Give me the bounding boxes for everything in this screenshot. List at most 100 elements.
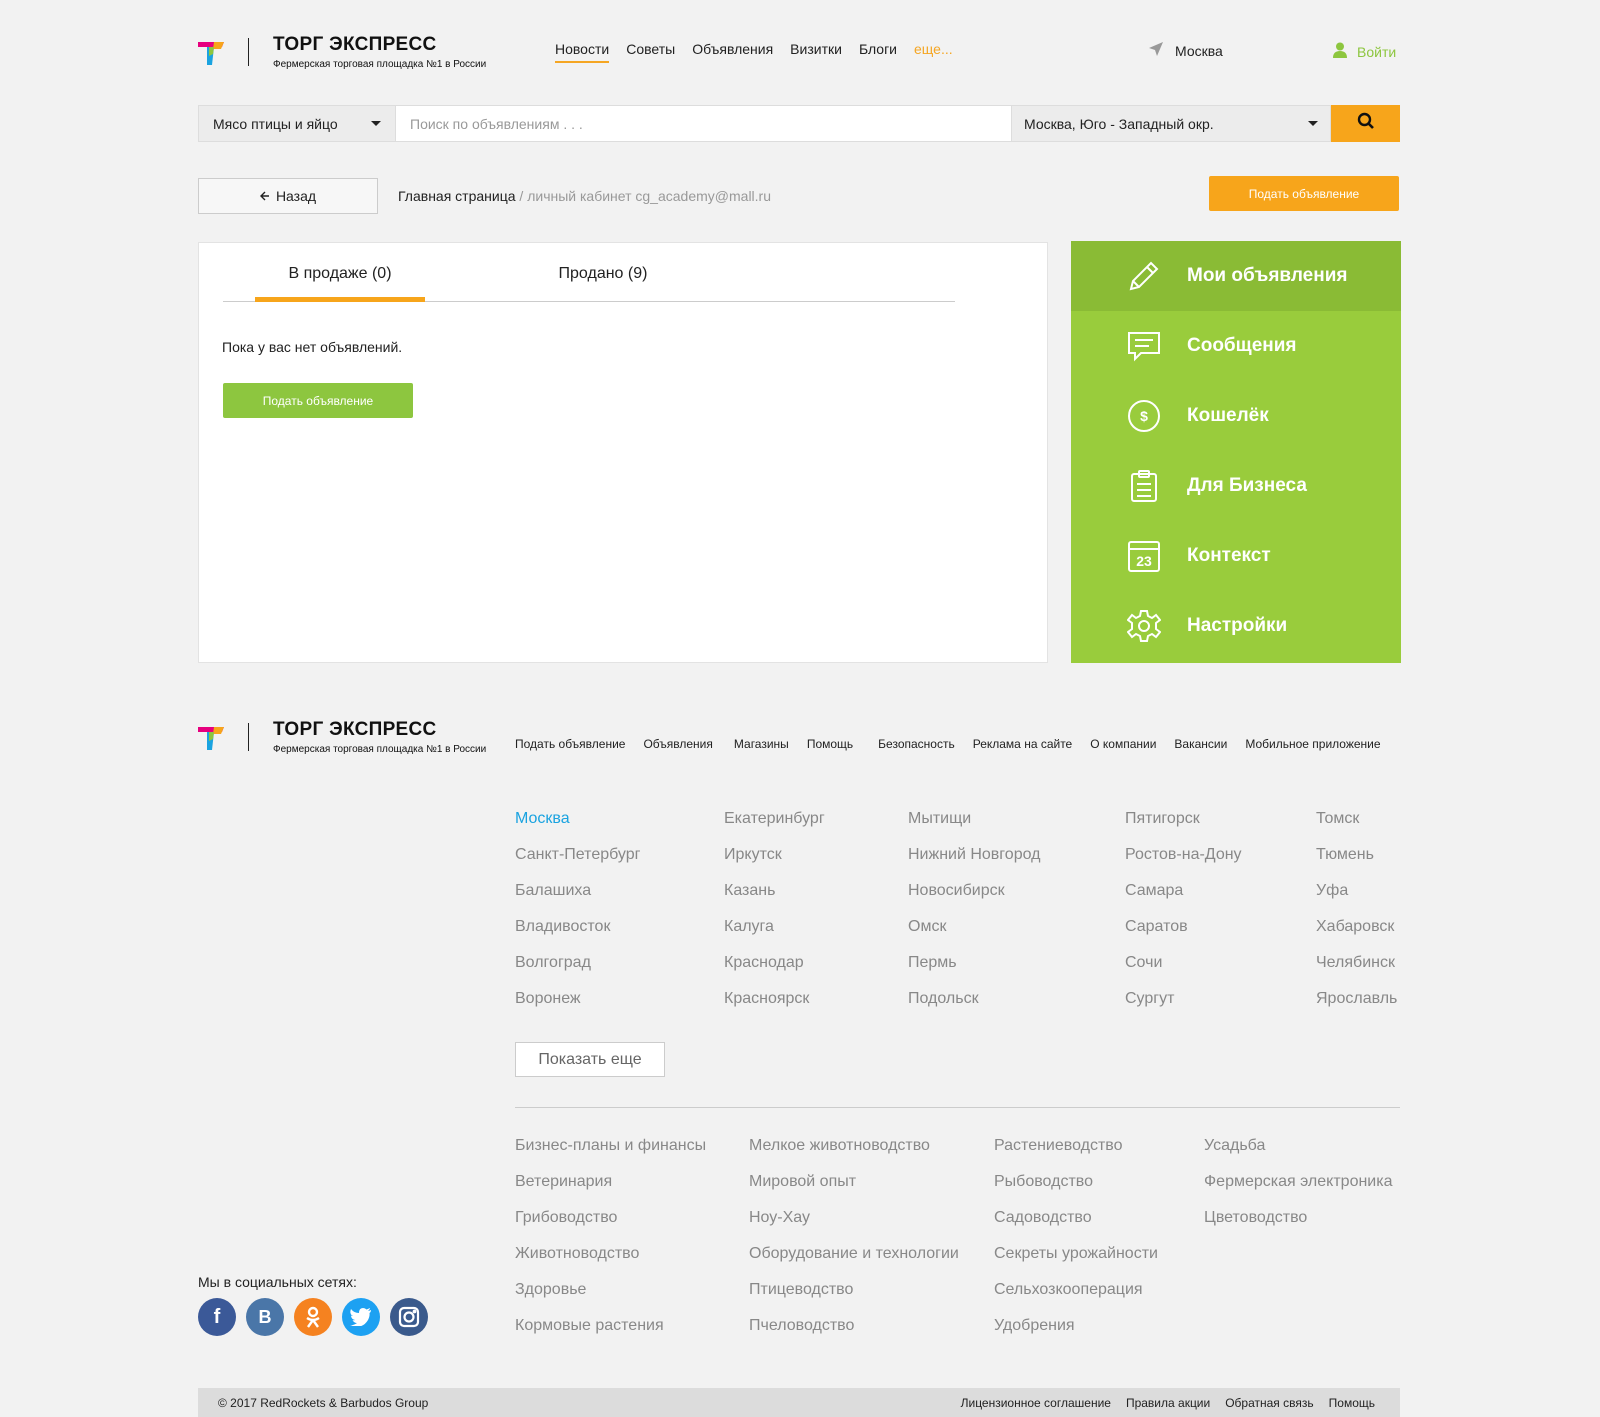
breadcrumb-home[interactable]: Главная страница [398,188,516,204]
show-more-button[interactable]: Показать еще [515,1042,665,1077]
category-link[interactable]: Оборудование и технологии [749,1245,959,1263]
city-link[interactable]: Краснодар [724,954,804,972]
city-link[interactable]: Иркутск [724,846,782,864]
back-button[interactable]: Назад [198,178,378,214]
category-link[interactable]: Цветоводство [1204,1209,1307,1227]
search-button[interactable] [1331,105,1400,142]
post-ad-button[interactable]: Подать объявление [1209,176,1399,211]
category-link[interactable]: Здоровье [515,1281,586,1299]
search-input[interactable]: Поиск по объявлениям . . . [396,105,1012,142]
city-link[interactable]: Санкт-Петербург [515,846,640,864]
city-link[interactable]: Владивосток [515,918,610,936]
footer-nav-item[interactable]: Объявления [643,737,712,751]
login-label: Войти [1357,43,1397,60]
main-nav: Новости Советы Объявления Визитки Блоги … [555,41,953,63]
city-link[interactable]: Казань [724,882,775,900]
footer-nav-item[interactable]: Безопасность [878,737,955,751]
category-link[interactable]: Животноводство [515,1245,639,1263]
city-link[interactable]: Самара [1125,882,1183,900]
city-link[interactable]: Хабаровск [1316,918,1394,936]
category-link[interactable]: Рыбоводство [994,1173,1093,1191]
promo-rules-link[interactable]: Правила акции [1126,1396,1210,1410]
header-logo[interactable]: ТОРГ ЭКСПРЕСС Фермерская торговая площад… [198,34,486,70]
arrow-left-icon [259,188,270,204]
city-link[interactable]: Сочи [1125,954,1162,972]
side-item-wallet[interactable]: $ Кошелёк [1071,381,1401,451]
city-link[interactable]: Челябинск [1316,954,1395,972]
odnoklassniki-icon[interactable] [294,1298,332,1336]
category-link[interactable]: Пчеловодство [749,1317,854,1335]
city-link[interactable]: Тюмень [1316,846,1374,864]
city-link[interactable]: Москва [515,810,570,828]
city-link[interactable]: Новосибирск [908,882,1005,900]
city-link[interactable]: Пятигорск [1125,810,1200,828]
city-selector[interactable]: Москва [1149,42,1223,59]
category-link[interactable]: Мелкое животноводство [749,1137,930,1155]
footer-nav-item[interactable]: О компании [1090,737,1156,751]
side-item-business[interactable]: Для Бизнеса [1071,451,1401,521]
twitter-icon[interactable] [342,1298,380,1336]
nav-item-cards[interactable]: Визитки [790,41,842,63]
category-link[interactable]: Ноу-Хау [749,1209,810,1227]
instagram-icon[interactable] [390,1298,428,1336]
nav-item-tips[interactable]: Советы [626,41,675,63]
footer-nav-item[interactable]: Мобильное приложение [1245,737,1380,751]
city-link[interactable]: Балашиха [515,882,591,900]
footer-nav-item[interactable]: Помощь [807,737,853,751]
city-link[interactable]: Екатеринбург [724,810,825,828]
city-link[interactable]: Уфа [1316,882,1348,900]
nav-item-news[interactable]: Новости [555,41,610,63]
city-link[interactable]: Нижний Новгород [908,846,1040,864]
nav-item-ads[interactable]: Объявления [692,41,773,63]
category-link[interactable]: Секреты урожайности [994,1245,1158,1263]
city-link[interactable]: Ростов-на-Дону [1125,846,1242,864]
category-link[interactable]: Кормовые растения [515,1317,664,1335]
city-link[interactable]: Ярославль [1316,990,1397,1008]
license-link[interactable]: Лицензионное соглашение [961,1396,1111,1410]
vk-icon[interactable]: B [246,1298,284,1336]
category-link[interactable]: Грибоводство [515,1209,617,1227]
category-select[interactable]: Мясо птицы и яйцо [198,105,396,142]
city-link[interactable]: Подольск [908,990,979,1008]
category-link[interactable]: Мировой опыт [749,1173,856,1191]
footer-nav-item[interactable]: Подать объявление [515,737,625,751]
city-link[interactable]: Мытищи [908,810,971,828]
side-item-context[interactable]: 23 Контекст [1071,521,1401,591]
nav-item-blogs[interactable]: Блоги [859,41,897,63]
city-link[interactable]: Томск [1316,810,1359,828]
side-item-my-ads[interactable]: Мои объявления [1071,241,1401,311]
category-link[interactable]: Сельхозкооперация [994,1281,1143,1299]
side-item-settings[interactable]: Настройки [1071,591,1401,661]
category-link[interactable]: Садоводство [994,1209,1092,1227]
side-item-messages[interactable]: Сообщения [1071,311,1401,381]
category-link[interactable]: Бизнес-планы и финансы [515,1137,706,1155]
feedback-link[interactable]: Обратная связь [1225,1396,1313,1410]
login-link[interactable]: Войти [1333,42,1396,61]
facebook-icon[interactable]: f [198,1298,236,1336]
footer-nav-item[interactable]: Магазины [734,737,789,751]
city-link[interactable]: Красноярск [724,990,809,1008]
category-link[interactable]: Усадьба [1204,1137,1265,1155]
tab-on-sale[interactable]: В продаже (0) [255,265,425,302]
category-link[interactable]: Фермерская электроника [1204,1173,1393,1191]
category-link[interactable]: Птицеводство [749,1281,853,1299]
city-link[interactable]: Саратов [1125,918,1188,936]
city-link[interactable]: Пермь [908,954,957,972]
help-link[interactable]: Помощь [1329,1396,1375,1410]
post-ad-button-green[interactable]: Подать объявление [223,383,413,418]
region-select[interactable]: Москва, Юго - Западный окр. [1012,105,1331,142]
footer-logo[interactable]: ТОРГ ЭКСПРЕСС Фермерская торговая площад… [198,719,486,755]
footer-nav-item[interactable]: Вакансии [1174,737,1227,751]
city-link[interactable]: Калуга [724,918,774,936]
category-link[interactable]: Ветеринария [515,1173,612,1191]
city-link[interactable]: Сургут [1125,990,1174,1008]
city-link[interactable]: Воронеж [515,990,581,1008]
footer-nav-item[interactable]: Реклама на сайте [973,737,1073,751]
category-link[interactable]: Растениеводство [994,1137,1123,1155]
tab-sold[interactable]: Продано (9) [518,265,688,302]
city-link[interactable]: Волгоград [515,954,591,972]
city-link[interactable]: Омск [908,918,946,936]
region-value: Москва, Юго - Западный окр. [1024,115,1214,132]
nav-item-more[interactable]: еще... [914,41,953,63]
category-link[interactable]: Удобрения [994,1317,1075,1335]
